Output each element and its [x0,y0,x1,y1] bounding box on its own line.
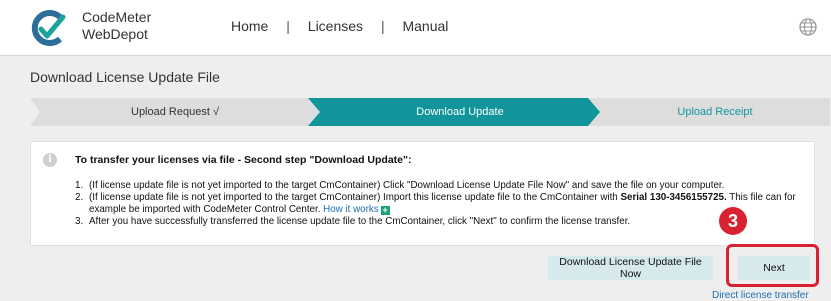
nav-manual[interactable]: Manual [402,18,448,34]
instruction-number: 3. [75,216,84,227]
instruction-text: After you have successfully transferred … [89,216,631,227]
step-callout-badge: 3 [719,207,747,235]
codemeter-logo-icon[interactable] [30,9,66,47]
instruction-number: 1. [75,180,84,191]
nav-home[interactable]: Home [231,18,268,34]
instructions-panel: i To transfer your licenses via file - S… [30,141,815,246]
instruction-item-2: 2. (If license update file is not yet im… [75,192,805,216]
page-title: Download License Update File [30,69,220,85]
progress-steps: Upload Request √ Download Update Upload … [30,98,830,126]
next-button[interactable]: Next [738,256,810,280]
step-upload-receipt: Upload Receipt [677,106,753,118]
instruction-item-1: 1. (If license update file is not yet im… [75,180,805,192]
nav-separator: | [380,18,385,34]
serial-number: Serial 130-3456155725. [620,192,727,203]
globe-icon[interactable] [798,17,818,37]
info-icon: i [43,153,57,167]
instruction-text: (If license update file is not yet impor… [89,180,725,191]
instruction-item-3: 3. After you have successfully transferr… [75,216,805,228]
instruction-number: 2. [75,192,84,203]
nav-separator: | [286,18,290,34]
plus-icon[interactable]: + [380,206,390,215]
brand-line-1: CodeMeter [82,9,152,25]
step-download-update: Download Update [416,106,504,118]
brand-name[interactable]: CodeMeter WebDepot [82,9,151,43]
how-it-works-link[interactable]: How it works [323,204,379,215]
instruction-text: (If license update file is not yet impor… [89,192,621,203]
instructions-heading: To transfer your licenses via file - Sec… [75,154,412,166]
top-nav: Home | Licenses | Manual [231,18,448,34]
header: CodeMeter WebDepot Home | Licenses | Man… [0,0,831,56]
step-upload-request: Upload Request √ [131,106,219,118]
download-license-update-button[interactable]: Download License Update File Now [548,256,713,280]
direct-license-transfer-link[interactable]: Direct license transfer [712,290,809,301]
brand-line-2: WebDepot [82,26,148,42]
instructions-list: 1. (If license update file is not yet im… [75,180,805,228]
nav-licenses[interactable]: Licenses [308,18,363,34]
